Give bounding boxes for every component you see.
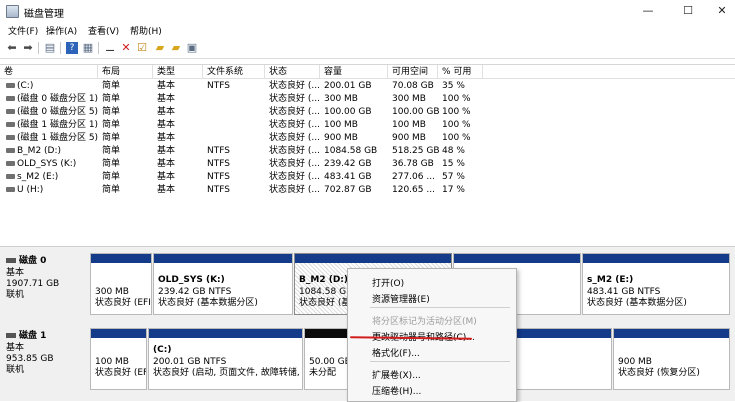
check-icon[interactable]: ☑ [136,42,148,54]
disk-management-app-icon [6,5,19,18]
close-button[interactable]: ✕ [702,2,735,20]
menu-item-mark-active: 将分区标记为活动分区(M) [372,317,477,327]
disk-drive-icon [6,258,16,263]
table-row[interactable]: (C:) 简单 基本 NTFS 状态良好 (... 200.01 GB 70.0… [0,80,735,93]
info-icon[interactable]: ▣ [186,42,198,54]
menu-item-extend-volume[interactable]: 扩展卷(X)... [372,368,421,381]
partition-recovery[interactable]: 900 MB 状态良好 (恢复分区) [613,328,730,390]
partition-c-system[interactable]: (C:) 200.01 GB NTFS 状态良好 (启动, 页面文件, 故障转储… [148,328,303,390]
menu-item-open[interactable]: 打开(O) [372,276,404,289]
table-row[interactable]: U (H:) 简单 基本 NTFS 状态良好 (... 702.87 GB 12… [0,184,735,197]
context-menu: 打开(O) 资源管理器(E) 将分区标记为活动分区(M) 更改驱动器号和路径(C… [347,268,517,402]
partition-disk0-efi[interactable]: 300 MB 状态良好 (EFI [90,253,152,315]
connect-icon[interactable]: ⚊ [104,42,116,54]
table-row[interactable]: B_M2 (D:) 简单 基本 NTFS 状态良好 (... 1084.58 G… [0,145,735,158]
volume-icon [6,148,15,153]
annotation-mark [0,334,4,340]
column-header-free-space[interactable]: 可用空间 [388,65,438,79]
volume-icon [6,122,15,127]
column-header-capacity[interactable]: 容量 [320,65,388,79]
menu-item-format[interactable]: 格式化(F)... [372,346,420,359]
folder-settings-icon[interactable]: ▰ [170,42,182,54]
help-icon[interactable]: ? [66,42,78,54]
window-title: 磁盘管理 [24,9,64,20]
column-header-filesystem[interactable]: 文件系统 [203,65,265,79]
partition-old-sys[interactable]: OLD_SYS (K:) 239.42 GB NTFS 状态良好 (基本数据分区… [153,253,293,315]
volume-icon [6,109,15,114]
volume-icon [6,174,15,179]
partition-disk1-100gb[interactable] [514,328,612,390]
table-row[interactable]: (磁盘 1 磁盘分区 5) 简单 基本 状态良好 (... 900 MB 900… [0,132,735,145]
toolbar: ⬅ ➡ ▤ ? ▦ ⚊ ✕ ☑ ▰ ▰ ▣ [0,38,735,59]
menu-item-explorer[interactable]: 资源管理器(E) [372,292,430,305]
folder-icon[interactable]: ▰ [154,42,166,54]
menu-bar: 文件(F) 操作(A) 查看(V) 帮助(H) [0,22,735,38]
title-bar: 磁盘管理 — ☐ ✕ [0,0,735,22]
volume-list: 卷 布局 类型 文件系统 状态 容量 可用空间 % 可用 (C:) 简单 基本 … [0,64,735,245]
menu-help[interactable]: 帮助(H) [130,24,162,37]
menu-action[interactable]: 操作(A) [46,24,77,37]
delete-icon[interactable]: ✕ [120,42,132,54]
minimize-button[interactable]: — [628,2,668,20]
volume-icon [6,96,15,101]
forward-arrow-icon[interactable]: ➡ [22,42,34,54]
back-arrow-icon[interactable]: ⬅ [6,42,18,54]
column-header-layout[interactable]: 布局 [98,65,153,79]
volume-icon [6,83,15,88]
column-header-percent-free[interactable]: % 可用 [438,65,483,79]
table-row[interactable]: (磁盘 0 磁盘分区 5) 简单 基本 状态良好 (... 100.00 GB … [0,106,735,119]
table-row[interactable]: OLD_SYS (K:) 简单 基本 NTFS 状态良好 (... 239.42… [0,158,735,171]
partition-disk1-efi[interactable]: 100 MB 状态良好 (EFI [90,328,147,390]
volume-icon [6,161,15,166]
partition-unallocated[interactable]: 50.00 GB 未分配 [304,328,352,390]
disk-drive-icon [6,333,16,338]
menu-item-shrink-volume[interactable]: 压缩卷(H)... [372,384,421,397]
properties-icon[interactable]: ▦ [82,42,94,54]
volume-icon [6,187,15,192]
volume-icon [6,135,15,140]
partition-s-m2[interactable]: s_M2 (E:) 483.41 GB NTFS 状态良好 (基本数据分区) [582,253,730,315]
column-header-type[interactable]: 类型 [153,65,203,79]
menu-view[interactable]: 查看(V) [88,24,119,37]
table-row[interactable]: s_M2 (E:) 简单 基本 NTFS 状态良好 (... 483.41 GB… [0,171,735,184]
column-header-status[interactable]: 状态 [265,65,320,79]
column-header-volume[interactable]: 卷 [0,65,98,79]
table-row[interactable]: (磁盘 1 磁盘分区 1) 简单 基本 状态良好 (... 100 MB 100… [0,119,735,132]
view-list-icon[interactable]: ▤ [44,42,56,54]
table-row[interactable]: (磁盘 0 磁盘分区 1) 简单 基本 状态良好 (... 300 MB 300… [0,93,735,106]
menu-file[interactable]: 文件(F) [8,24,38,37]
